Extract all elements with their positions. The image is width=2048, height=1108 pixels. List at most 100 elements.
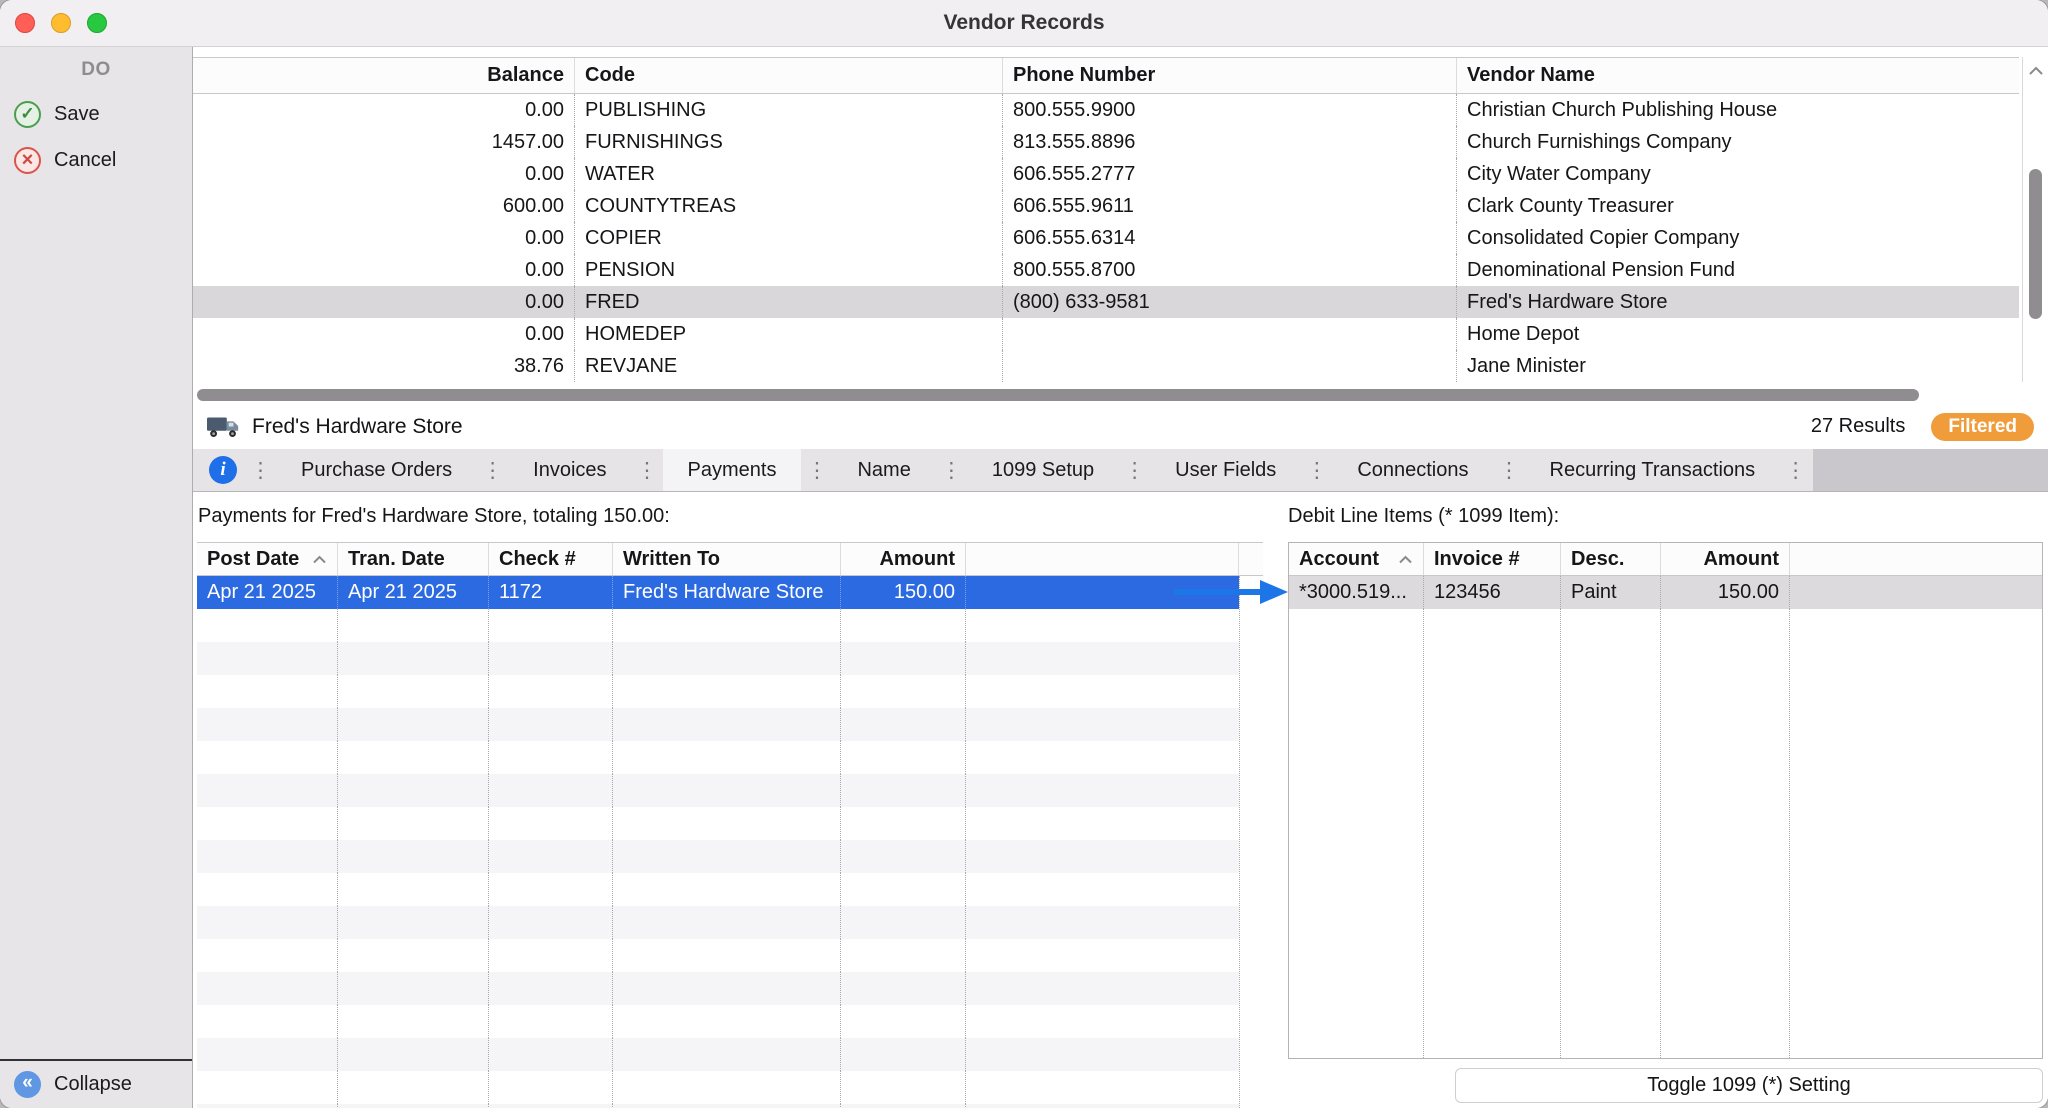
- vendor-code-cell: COPIER: [575, 222, 1003, 254]
- empty-cell: [489, 675, 613, 708]
- vendor-row[interactable]: 0.00HOMEDEPHome Depot: [193, 318, 2019, 350]
- vendor-row[interactable]: 0.00FRED(800) 633-9581Fred's Hardware St…: [193, 286, 2019, 318]
- empty-cell: [966, 906, 1239, 939]
- vendor-row[interactable]: 0.00PUBLISHING800.555.9900Christian Chur…: [193, 94, 2019, 126]
- empty-cell: [841, 1005, 966, 1038]
- payment-row[interactable]: Apr 21 2025Apr 21 20251172Fred's Hardwar…: [197, 576, 1239, 609]
- vendor-row[interactable]: 38.76REVJANEJane Minister: [193, 350, 2019, 382]
- tab-payments[interactable]: Payments: [663, 449, 802, 491]
- payment-check-cell: 1172: [489, 576, 613, 609]
- empty-cell: [197, 873, 338, 906]
- vendor-col-balance[interactable]: Balance: [193, 58, 575, 93]
- sort-caret-icon: [1398, 555, 1413, 564]
- vendor-horizontal-scrollbar[interactable]: [193, 386, 2048, 404]
- col-label: Tran. Date: [348, 548, 445, 571]
- debit-col-invoice[interactable]: Invoice #: [1424, 543, 1561, 575]
- debit-filler-cell: [1790, 576, 2042, 609]
- empty-cell: [338, 1038, 489, 1071]
- empty-cell: [1289, 609, 1424, 1058]
- empty-cell: [197, 807, 338, 840]
- vendor-row[interactable]: 0.00PENSION800.555.8700Denominational Pe…: [193, 254, 2019, 286]
- window-title: Vendor Records: [943, 11, 1104, 35]
- tab-1099-setup[interactable]: 1099 Setup: [967, 449, 1119, 491]
- empty-cell: [966, 642, 1239, 675]
- debit-table-body: *3000.519...123456Paint150.00: [1289, 576, 2042, 609]
- toggle-1099-button[interactable]: Toggle 1099 (*) Setting: [1455, 1068, 2043, 1103]
- payments-col-check[interactable]: Check #: [489, 543, 613, 575]
- empty-cell: [489, 1104, 613, 1108]
- empty-cell: [489, 873, 613, 906]
- sidebar: DO ✓ Save × Cancel « Collapse: [0, 47, 193, 1108]
- empty-cell: [197, 741, 338, 774]
- save-button[interactable]: ✓ Save: [0, 91, 192, 137]
- vendor-code-cell: PUBLISHING: [575, 94, 1003, 126]
- vendor-phone-cell: 606.555.6314: [1003, 222, 1457, 254]
- vendor-balance-cell: 0.00: [193, 222, 575, 254]
- payments-table-header: Post Date Tran. Date Check # Written To …: [197, 543, 1263, 576]
- minimize-button[interactable]: [51, 13, 71, 33]
- payments-scrollbar-gutter[interactable]: [1239, 576, 1263, 1108]
- vendor-name-cell: Fred's Hardware Store: [1457, 286, 2019, 318]
- tabs-zone: i ⋮Purchase Orders⋮Invoices⋮Payments⋮Nam…: [193, 449, 1813, 491]
- debit-col-desc[interactable]: Desc.: [1561, 543, 1661, 575]
- empty-cell: [489, 939, 613, 972]
- debit-col-amount[interactable]: Amount: [1661, 543, 1790, 575]
- vendor-row[interactable]: 0.00COPIER606.555.6314Consolidated Copie…: [193, 222, 2019, 254]
- tab-separator-icon: ⋮: [1121, 458, 1148, 483]
- payments-col-post-date[interactable]: Post Date: [197, 543, 338, 575]
- tab-purchase-orders[interactable]: Purchase Orders: [276, 449, 477, 491]
- empty-cell: [489, 1071, 613, 1104]
- vendor-col-phone[interactable]: Phone Number: [1003, 58, 1457, 93]
- debit-col-account[interactable]: Account: [1289, 543, 1424, 575]
- vendor-scrollbar-thumb[interactable]: [2029, 169, 2042, 319]
- vendor-balance-cell: 0.00: [193, 318, 575, 350]
- empty-cell: [841, 708, 966, 741]
- vendor-vertical-scrollbar[interactable]: [2022, 57, 2048, 382]
- close-button[interactable]: [15, 13, 35, 33]
- tab-bar: i ⋮Purchase Orders⋮Invoices⋮Payments⋮Nam…: [193, 449, 2048, 492]
- payments-col-amount[interactable]: Amount: [841, 543, 966, 575]
- debit-account-cell: *3000.519...: [1289, 576, 1424, 609]
- empty-cell: [966, 972, 1239, 1005]
- vendor-name-cell: Christian Church Publishing House: [1457, 94, 2019, 126]
- vendor-row[interactable]: 600.00COUNTYTREAS606.555.9611Clark Count…: [193, 190, 2019, 222]
- payment-empty-row: [197, 906, 1239, 939]
- empty-cell: [966, 1104, 1239, 1108]
- empty-cell: [338, 939, 489, 972]
- payment-amount-cell: 150.00: [841, 576, 966, 609]
- zoom-button[interactable]: [87, 13, 107, 33]
- empty-cell: [489, 708, 613, 741]
- vendor-phone-cell: 606.555.9611: [1003, 190, 1457, 222]
- tab-recurring-transactions[interactable]: Recurring Transactions: [1525, 449, 1781, 491]
- empty-cell: [338, 774, 489, 807]
- debit-invoice-cell: 123456: [1424, 576, 1561, 609]
- vendor-col-code[interactable]: Code: [575, 58, 1003, 93]
- empty-cell: [613, 939, 841, 972]
- debit-table-header: Account Invoice # Desc. Amount: [1289, 543, 2042, 576]
- horizontal-scrollbar-thumb[interactable]: [197, 389, 1919, 401]
- payments-col-written-to[interactable]: Written To: [613, 543, 841, 575]
- vendor-phone-cell: 606.555.2777: [1003, 158, 1457, 190]
- tab-connections[interactable]: Connections: [1332, 449, 1493, 491]
- tab-name[interactable]: Name: [832, 449, 935, 491]
- vendor-row[interactable]: 1457.00FURNISHINGS813.555.8896Church Fur…: [193, 126, 2019, 158]
- tab-separator-icon: ⋮: [479, 458, 506, 483]
- vendor-records-window: Vendor Records DO ✓ Save × Cancel « Coll…: [0, 0, 2048, 1108]
- filtered-badge[interactable]: Filtered: [1931, 413, 2034, 441]
- tab-invoices[interactable]: Invoices: [508, 449, 631, 491]
- debit-row[interactable]: *3000.519...123456Paint150.00: [1289, 576, 2042, 609]
- vendor-col-name[interactable]: Vendor Name: [1457, 58, 2019, 93]
- scroll-up-icon[interactable]: [2023, 57, 2048, 85]
- payment-empty-row: [197, 741, 1239, 774]
- vendor-row[interactable]: 0.00WATER606.555.2777City Water Company: [193, 158, 2019, 190]
- info-icon[interactable]: i: [209, 456, 237, 484]
- empty-cell: [613, 1005, 841, 1038]
- collapse-button[interactable]: « Collapse: [0, 1061, 132, 1108]
- empty-cell: [197, 1005, 338, 1038]
- payment-empty-row: [197, 609, 1239, 642]
- cancel-button[interactable]: × Cancel: [0, 137, 192, 183]
- tab-user-fields[interactable]: User Fields: [1150, 449, 1301, 491]
- empty-cell: [338, 1005, 489, 1038]
- payments-col-tran-date[interactable]: Tran. Date: [338, 543, 489, 575]
- empty-cell: [613, 873, 841, 906]
